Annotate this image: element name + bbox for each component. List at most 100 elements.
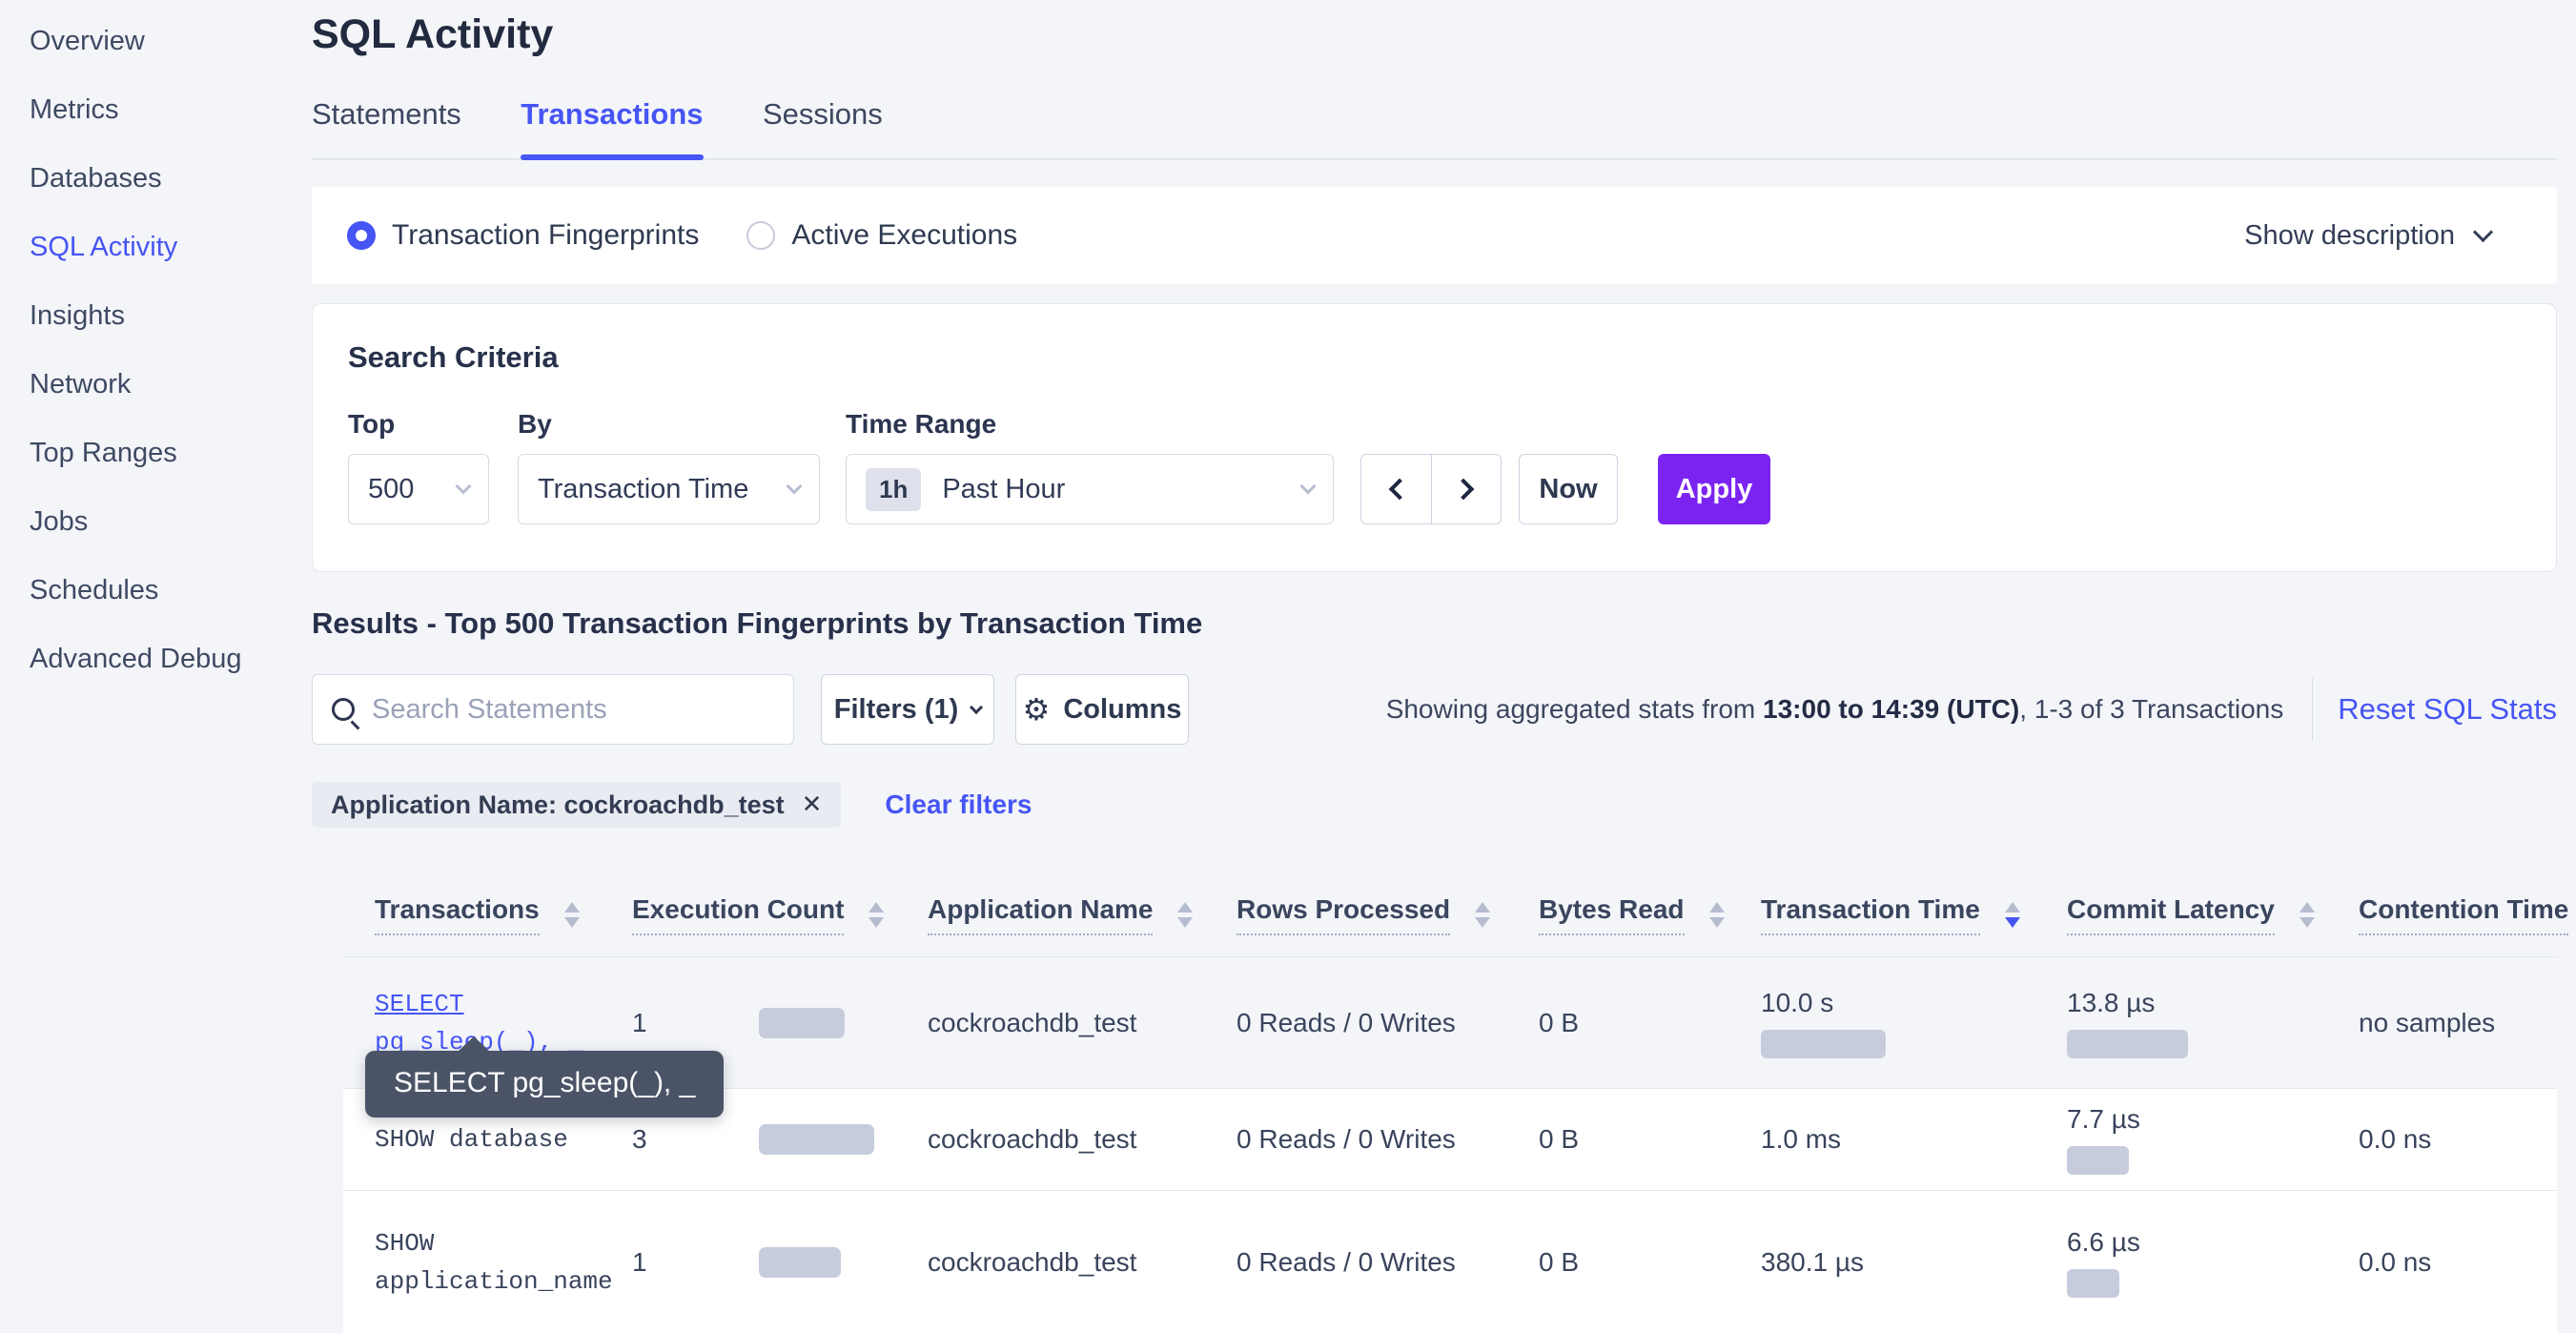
sidebar-item-network[interactable]: Network [0,350,296,419]
transaction-fingerprint-link[interactable]: SHOW database [375,1120,613,1159]
contention-time-cell: no samples [2359,1008,2557,1038]
sidebar-item-metrics[interactable]: Metrics [0,75,296,144]
time-range-value: Past Hour [942,474,1065,505]
execution-count-cell: 1 [632,1008,928,1038]
rows-processed-cell: 0 Reads / 0 Writes [1237,1008,1539,1038]
radio-unselected-icon [746,221,775,250]
sidebar-item-top-ranges[interactable]: Top Ranges [0,419,296,487]
apply-button-label: Apply [1676,474,1753,505]
search-criteria-card: Search Criteria Top 500 By Transaction T… [312,303,2557,572]
chevron-down-icon [970,700,983,713]
filters-button-label: Filters (1) [834,694,959,726]
column-header-rows-processed[interactable]: Rows Processed [1237,894,1539,935]
sort-icon[interactable] [1475,902,1490,928]
sort-icon[interactable] [2300,902,2315,928]
radio-selected-icon [347,221,376,250]
execution-count-value: 1 [632,1008,759,1038]
by-select[interactable]: Transaction Time [518,454,820,524]
application-name-cell: cockroachdb_test [928,1008,1237,1038]
clear-filters-link[interactable]: Clear filters [885,790,1032,820]
commit-latency-value: 6.6 µs [2067,1227,2140,1258]
commit-latency-value: 13.8 µs [2067,988,2155,1018]
time-range-pager [1360,454,1502,524]
top-select[interactable]: 500 [348,454,489,524]
search-input[interactable] [372,694,774,726]
results-heading: Results - Top 500 Transaction Fingerprin… [312,606,1202,641]
chevron-left-icon [1388,479,1410,501]
execution-count-value: 1 [632,1247,759,1278]
remove-filter-icon[interactable]: ✕ [802,790,823,819]
tab-transactions[interactable]: Transactions [521,97,703,158]
execution-count-cell: 1 [632,1247,928,1278]
sidebar-item-overview[interactable]: Overview [0,7,296,75]
sidebar-item-schedules[interactable]: Schedules [0,556,296,625]
transaction-time-cell: 10.0 s [1761,988,2067,1058]
radio-transaction-fingerprints[interactable]: Transaction Fingerprints [347,219,699,252]
application-name-cell: cockroachdb_test [928,1124,1237,1155]
contention-time-cell: 0.0 ns [2359,1247,2557,1278]
execution-count-cell: 3 [632,1124,928,1155]
transaction-fingerprint-link[interactable]: SELECT pg_sleep(_), _ [375,985,613,1061]
sort-icon[interactable] [1709,902,1725,928]
reset-sql-stats-link[interactable]: Reset SQL Stats [2338,692,2557,727]
sidebar-item-insights[interactable]: Insights [0,281,296,350]
sidebar-item-databases[interactable]: Databases [0,144,296,213]
by-label: By [518,409,820,440]
gear-icon: ⚙ [1023,691,1051,728]
commit-latency-bar [2067,1030,2188,1058]
sidebar-item-advanced-debug[interactable]: Advanced Debug [0,625,296,693]
by-select-value: Transaction Time [538,474,748,505]
top-select-value: 500 [368,474,414,505]
now-button[interactable]: Now [1519,454,1618,524]
commit-latency-value: 7.7 µs [2067,1104,2140,1135]
contention-time-cell: 0.0 ns [2359,1124,2557,1155]
search-criteria-heading: Search Criteria [348,340,2556,375]
rows-processed-cell: 0 Reads / 0 Writes [1237,1124,1539,1155]
table-row[interactable]: SHOW application_name 1 cockroachdb_test… [343,1190,2557,1333]
show-description-toggle[interactable]: Show description [2244,220,2490,252]
transaction-text[interactable]: SHOW database [375,1125,568,1154]
sort-icon[interactable] [564,902,580,928]
column-header-label: Bytes Read [1539,894,1685,935]
chevron-down-icon [456,479,472,495]
apply-button[interactable]: Apply [1658,454,1770,524]
column-header-execution-count[interactable]: Execution Count [632,894,928,935]
time-range-badge: 1h [866,468,921,511]
column-header-transaction-time[interactable]: Transaction Time [1761,894,2067,935]
radio-active-executions[interactable]: Active Executions [746,219,1017,252]
transaction-text[interactable]: SHOW application_name [375,1229,613,1296]
transaction-fingerprint-link[interactable]: SHOW application_name [375,1224,613,1301]
chevron-right-icon [1453,479,1475,501]
column-header-bytes-read[interactable]: Bytes Read [1539,894,1761,935]
sidebar-item-sql-activity[interactable]: SQL Activity [0,213,296,281]
sort-icon[interactable] [1177,902,1193,928]
page-title: SQL Activity [312,11,553,58]
columns-button[interactable]: ⚙ Columns [1015,674,1189,745]
stats-range: 13:00 to 14:39 (UTC) [1763,694,2019,724]
filter-chip-label: Application Name: cockroachdb_test [331,790,785,820]
column-header-transactions[interactable]: Transactions [375,894,632,935]
column-header-label: Execution Count [632,894,844,935]
columns-button-label: Columns [1063,694,1181,726]
tab-statements[interactable]: Statements [312,97,461,158]
previous-time-range-button[interactable] [1361,455,1431,523]
column-header-commit-latency[interactable]: Commit Latency [2067,894,2359,935]
time-range-select[interactable]: 1h Past Hour [846,454,1334,524]
rows-processed-cell: 0 Reads / 0 Writes [1237,1247,1539,1278]
commit-latency-cell: 13.8 µs [2067,988,2359,1058]
filter-chip-application-name[interactable]: Application Name: cockroachdb_test ✕ [312,782,841,828]
search-box [312,674,794,745]
bytes-read-cell: 0 B [1539,1124,1761,1155]
column-header-application-name[interactable]: Application Name [928,894,1237,935]
view-toggle-panel: Transaction Fingerprints Active Executio… [312,187,2557,284]
sort-icon[interactable] [869,902,884,928]
sort-icon-active-desc[interactable] [2005,902,2020,928]
column-header-contention-time[interactable]: Contention Time [2359,894,2568,935]
now-button-label: Now [1539,474,1597,505]
sidebar-item-jobs[interactable]: Jobs [0,487,296,556]
transaction-time-cell: 1.0 ms [1761,1124,2067,1155]
filters-button[interactable]: Filters (1) [821,674,994,745]
next-time-range-button[interactable] [1431,455,1501,523]
tab-sessions[interactable]: Sessions [763,97,883,158]
commit-latency-cell: 7.7 µs [2067,1104,2359,1175]
